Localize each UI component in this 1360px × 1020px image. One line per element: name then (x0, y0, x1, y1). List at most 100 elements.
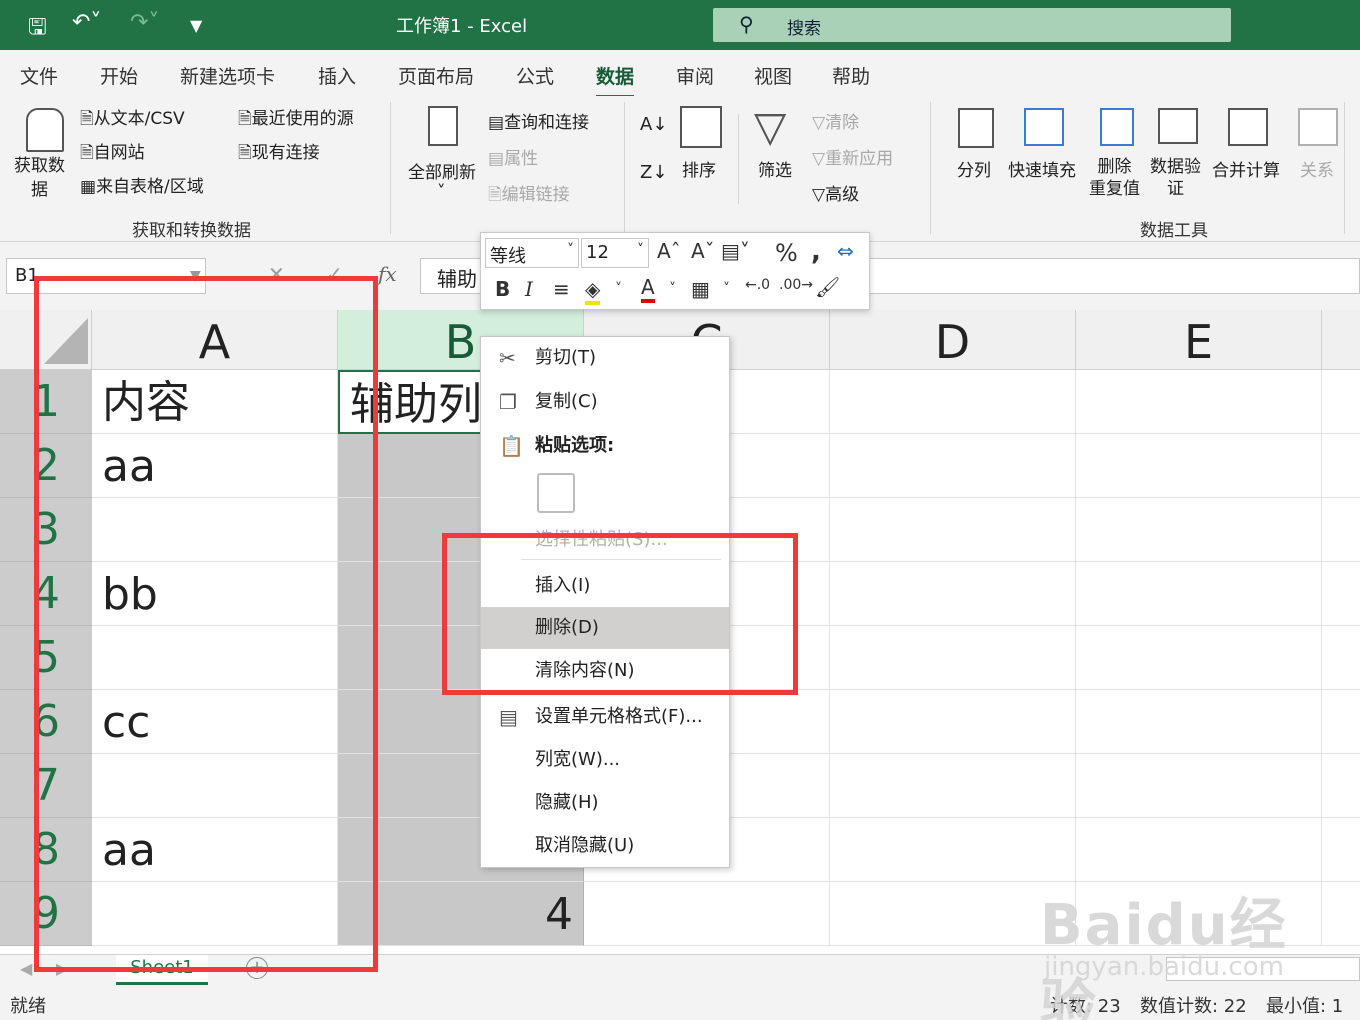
empty-cell[interactable] (830, 434, 1076, 498)
empty-cell[interactable] (1076, 434, 1322, 498)
refresh-all-button[interactable]: 全部刷新 (408, 158, 476, 183)
percent-style-icon[interactable]: % (775, 239, 798, 267)
undo-icon[interactable]: ↶˅ (72, 10, 101, 35)
empty-cell[interactable] (1322, 370, 1360, 434)
chevron-down-icon[interactable]: ˅ (615, 281, 622, 297)
increase-decimal-icon[interactable]: ←.0 (745, 277, 770, 293)
empty-cell[interactable] (1076, 754, 1322, 818)
menu-item-paste-options: 📋 粘贴选项: (481, 425, 729, 467)
comma-style-icon[interactable]: , (811, 237, 821, 267)
merge-center-icon[interactable]: ⇔ (837, 239, 854, 263)
menu-item-format-cells[interactable]: ▤ 设置单元格格式(F)... (481, 696, 729, 738)
tab-new-tab[interactable]: 新建选项卡 (180, 62, 275, 89)
empty-cell[interactable] (1322, 562, 1360, 626)
sort-descending-icon[interactable]: Z↓ (640, 162, 667, 183)
chevron-down-icon[interactable]: ˅ (669, 281, 676, 297)
consolidate-icon (1228, 108, 1268, 146)
data-validation-icon (1158, 108, 1198, 144)
empty-cell[interactable] (584, 882, 830, 946)
tab-data[interactable]: 数据 (596, 62, 635, 99)
sort-ascending-icon[interactable]: A↓ (640, 114, 667, 135)
edit-links-button: 🗎编辑链接 (488, 185, 570, 205)
tab-home[interactable]: 开始 (100, 62, 138, 89)
empty-cell[interactable] (1322, 818, 1360, 882)
fill-color-icon[interactable]: ◈ (585, 277, 601, 305)
empty-cell[interactable] (830, 754, 1076, 818)
font-color-icon[interactable]: A (641, 275, 655, 303)
empty-cell[interactable] (1322, 626, 1360, 690)
menu-item-copy[interactable]: ❐ 复制(C) (481, 381, 729, 423)
tab-formulas[interactable]: 公式 (516, 62, 554, 89)
align-center-icon[interactable]: ≡ (553, 277, 570, 301)
menu-item-hide[interactable]: 隐藏(H) (481, 782, 729, 824)
empty-cell[interactable] (1076, 498, 1322, 562)
empty-cell[interactable] (1076, 562, 1322, 626)
tab-view[interactable]: 视图 (754, 62, 792, 89)
empty-cell[interactable] (830, 370, 1076, 434)
column-header-e[interactable]: E (1076, 310, 1322, 370)
remove-duplicates-button[interactable]: 删除 重复值 (1089, 156, 1140, 200)
recent-sources-button[interactable]: 🗎最近使用的源 (238, 104, 354, 135)
consolidate-button[interactable]: 合并计算 (1212, 156, 1280, 181)
empty-cell[interactable] (1322, 754, 1360, 818)
decrease-font-size-icon[interactable]: Aˇ (691, 239, 715, 263)
tab-help[interactable]: 帮助 (832, 62, 870, 89)
tab-file[interactable]: 文件 (20, 62, 58, 89)
text-to-columns-button[interactable]: 分列 (957, 156, 991, 181)
watermark-logo: Baidu经验 (1040, 893, 1288, 1020)
chevron-down-icon[interactable]: ˅ (437, 182, 446, 202)
data-validation-button[interactable]: 数据验 证 (1150, 156, 1201, 200)
tab-insert[interactable]: 插入 (318, 62, 356, 89)
clear-filter-button: ▽清除 (812, 113, 860, 133)
insert-function-icon[interactable]: fx (378, 262, 397, 286)
redo-icon[interactable]: ↷˅ (130, 10, 159, 35)
from-table-button[interactable]: ▦来自表格/区域 (80, 172, 204, 197)
empty-cell[interactable] (830, 498, 1076, 562)
accounting-format-icon[interactable]: ▤˅ (721, 239, 750, 263)
advanced-filter-button[interactable]: ▽高级 (812, 180, 859, 205)
empty-cell[interactable] (1076, 370, 1322, 434)
empty-cell[interactable] (830, 626, 1076, 690)
search-box[interactable]: ⚲ 搜索 (713, 8, 1231, 42)
font-size-combo[interactable]: 12 ˅ (581, 238, 649, 268)
reapply-icon: ▽ (812, 149, 826, 169)
empty-cell[interactable] (1322, 434, 1360, 498)
borders-icon[interactable]: ▦ (691, 277, 710, 301)
paste-button-icon[interactable] (537, 473, 575, 513)
chevron-down-icon[interactable]: ˅ (723, 281, 730, 297)
get-data-button[interactable]: 获取数 据 (14, 154, 65, 202)
tab-review[interactable]: 审阅 (676, 62, 714, 89)
chevron-down-icon: ˅ (637, 242, 644, 258)
existing-connections-button[interactable]: 🗎现有连接 (238, 138, 320, 169)
from-text-csv-button[interactable]: 🗎从文本/CSV (80, 104, 185, 135)
table-icon: ▦ (80, 177, 97, 197)
bold-icon[interactable]: B (495, 277, 510, 301)
menu-item-unhide[interactable]: 取消隐藏(U) (481, 825, 729, 867)
empty-cell[interactable] (830, 562, 1076, 626)
italic-icon[interactable]: I (525, 277, 533, 301)
queries-connections-button[interactable]: ▤查询和连接 (488, 108, 589, 133)
empty-cell[interactable] (1076, 818, 1322, 882)
format-painter-icon[interactable]: 🖌 (815, 275, 840, 299)
empty-cell[interactable] (1076, 690, 1322, 754)
column-header-f[interactable] (1322, 310, 1360, 370)
menu-item-cut[interactable]: ✂ 剪切(T) (481, 337, 729, 379)
menu-item-column-width[interactable]: 列宽(W)... (481, 739, 729, 781)
filter-button[interactable]: 筛选 (758, 156, 792, 181)
customize-quick-access-icon[interactable]: ▼ (190, 16, 202, 35)
decrease-decimal-icon[interactable]: .00→ (779, 277, 813, 293)
empty-cell[interactable] (1322, 498, 1360, 562)
sort-button[interactable]: 排序 (682, 156, 716, 181)
tab-page-layout[interactable]: 页面布局 (398, 62, 474, 89)
font-name-combo[interactable]: 等线 ˅ (485, 238, 579, 268)
empty-cell[interactable] (1322, 690, 1360, 754)
empty-cell[interactable] (1076, 626, 1322, 690)
from-web-button[interactable]: 🗎自网站 (80, 138, 145, 169)
increase-font-size-icon[interactable]: Aˆ (657, 239, 681, 263)
save-icon[interactable]: 🖫 (28, 10, 47, 48)
flash-fill-button[interactable]: 快速填充 (1008, 156, 1076, 181)
scroll-left-icon[interactable]: ◀ (20, 959, 32, 978)
empty-cell[interactable] (830, 818, 1076, 882)
column-header-d[interactable]: D (830, 310, 1076, 370)
empty-cell[interactable] (830, 690, 1076, 754)
